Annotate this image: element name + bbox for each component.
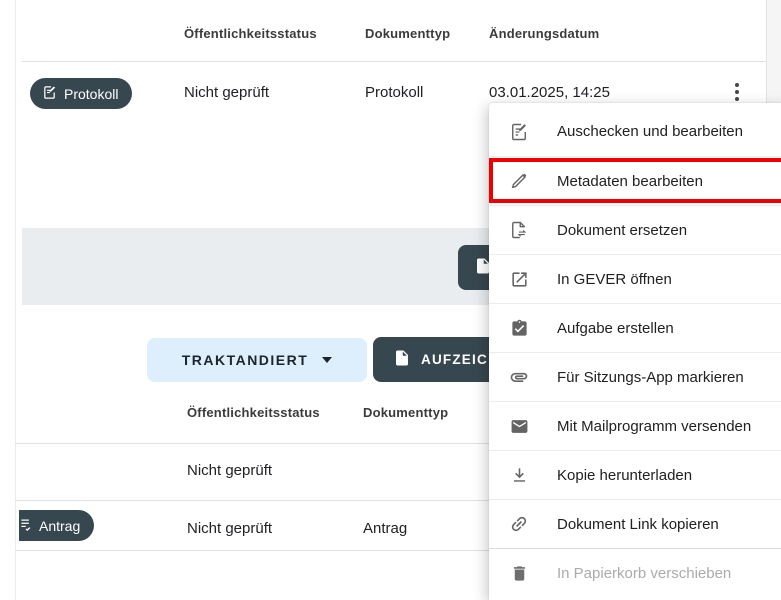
- aufzeichnen-label: AUFZEIC: [421, 352, 488, 367]
- menu-item-in-papierkorb-verschieben: In Papierkorb verschieben: [489, 548, 781, 597]
- table-right-border: [766, 0, 767, 103]
- chip-label: Protokoll: [64, 86, 118, 102]
- menu-item-label: Metadaten bearbeiten: [557, 173, 703, 190]
- column-header-aenderungsdatum: Änderungsdatum: [489, 26, 599, 41]
- traktandiert-dropdown-button[interactable]: TRAKTANDIERT: [147, 338, 367, 382]
- menu-item-dokument-ersetzen[interactable]: Dokument ersetzen: [489, 205, 781, 254]
- document-icon: [393, 349, 411, 370]
- menu-item-label: Für Sitzungs-App markieren: [557, 369, 744, 386]
- document-chip-protokoll: Protokoll: [30, 78, 132, 109]
- pencil-icon: [509, 171, 529, 191]
- column-header-oeffentlichkeitsstatus: Öffentlichkeitsstatus: [184, 26, 317, 41]
- paperclip-icon: [509, 367, 529, 387]
- traktandiert-label: TRAKTANDIERT: [182, 352, 309, 368]
- menu-item-label: Dokument ersetzen: [557, 222, 687, 239]
- divider: [22, 61, 766, 62]
- document-list-page: Öffentlichkeitsstatus Dokumenttyp Änderu…: [0, 0, 781, 600]
- row-actions-kebab-icon[interactable]: [728, 81, 746, 103]
- trash-icon: [509, 563, 529, 583]
- menu-item-label: Dokument Link kopieren: [557, 516, 719, 533]
- menu-item-label: Kopie herunterladen: [557, 467, 692, 484]
- menu-item-fuer-sitzungs-app-markieren[interactable]: Für Sitzungs-App markieren: [489, 352, 781, 401]
- cell-status: Nicht geprüft: [187, 520, 272, 537]
- menu-item-mit-mailprogramm-versenden[interactable]: Mit Mailprogramm versenden: [489, 401, 781, 450]
- document-chip-antrag: Antrag: [19, 510, 94, 541]
- menu-item-in-gever-oeffnen[interactable]: In GEVER öffnen: [489, 254, 781, 303]
- menu-item-kopie-herunterladen[interactable]: Kopie herunterladen: [489, 450, 781, 499]
- document-edit-icon: [42, 85, 57, 103]
- envelope-icon: [509, 416, 529, 436]
- menu-item-label: Auschecken und bearbeiten: [557, 123, 743, 140]
- cell-status: Nicht geprüft: [184, 84, 269, 101]
- chip-label: Antrag: [39, 518, 80, 534]
- caret-down-icon: [322, 357, 332, 363]
- table-right-gutter: [767, 0, 781, 103]
- menu-item-label: In Papierkorb verschieben: [557, 565, 731, 582]
- menu-item-metadaten-bearbeiten[interactable]: Metadaten bearbeiten: [489, 156, 781, 205]
- task-check-icon: [509, 318, 529, 338]
- card-left-border: [15, 0, 16, 600]
- menu-item-label: In GEVER öffnen: [557, 271, 672, 288]
- column-header-dokumenttyp: Dokumenttyp: [365, 26, 450, 41]
- menu-item-auschecken-und-bearbeiten[interactable]: Auschecken und bearbeiten: [489, 107, 781, 156]
- column-header-oeffentlichkeitsstatus: Öffentlichkeitsstatus: [187, 405, 320, 420]
- column-header-dokumenttyp: Dokumenttyp: [363, 405, 448, 420]
- cell-status: Nicht geprüft: [187, 462, 272, 479]
- document-edit-icon: [509, 122, 529, 142]
- cell-modified-date: 03.01.2025, 14:25: [489, 84, 610, 101]
- download-icon: [509, 465, 529, 485]
- menu-item-label: Aufgabe erstellen: [557, 320, 674, 337]
- menu-item-dokument-link-kopieren[interactable]: Dokument Link kopieren: [489, 499, 781, 548]
- chip-clip-container: Antrag: [19, 510, 111, 542]
- context-menu: Auschecken und bearbeiten Metadaten bear…: [489, 103, 781, 600]
- document-check-icon: [19, 517, 32, 535]
- document-replace-icon: [509, 220, 529, 240]
- menu-item-aufgabe-erstellen[interactable]: Aufgabe erstellen: [489, 303, 781, 352]
- cell-doc-type: Antrag: [363, 520, 407, 537]
- cell-doc-type: Protokoll: [365, 84, 423, 101]
- link-icon: [509, 514, 529, 534]
- menu-item-label: Mit Mailprogramm versenden: [557, 418, 751, 435]
- open-in-new-icon: [509, 269, 529, 289]
